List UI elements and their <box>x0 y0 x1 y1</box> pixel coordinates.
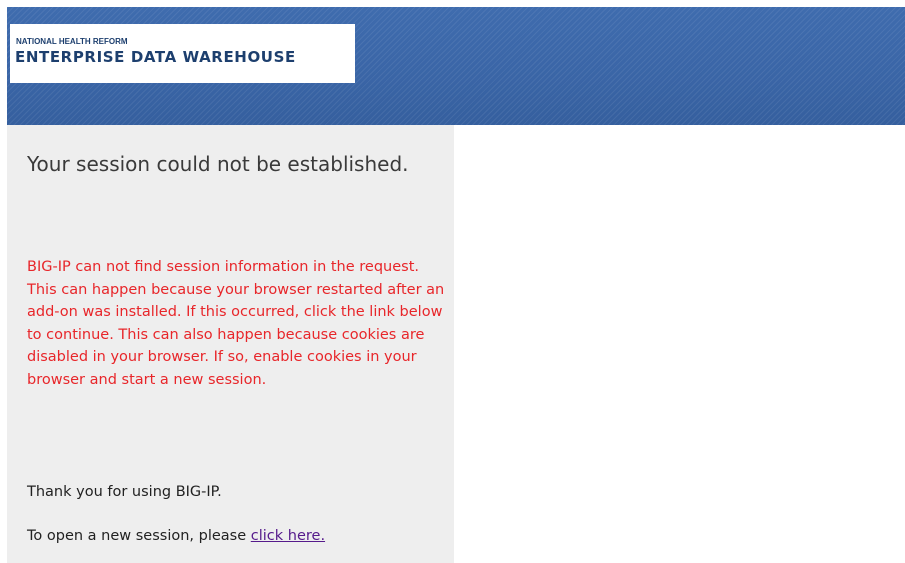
page-header: NATIONAL HEALTH REFORM ENTERPRISE DATA W… <box>7 7 905 125</box>
new-session-message: To open a new session, please click here… <box>27 525 325 547</box>
logo: NATIONAL HEALTH REFORM ENTERPRISE DATA W… <box>10 24 355 83</box>
page-title: Your session could not be established. <box>27 152 409 176</box>
new-session-link[interactable]: click here. <box>251 528 325 544</box>
thanks-message: Thank you for using BIG-IP. <box>27 484 222 500</box>
error-message: BIG-IP can not find session information … <box>27 259 445 388</box>
logo-line1: NATIONAL HEALTH REFORM <box>16 37 128 46</box>
content-panel: Your session could not be established. B… <box>7 125 454 563</box>
logo-line2: ENTERPRISE DATA WAREHOUSE <box>15 48 296 66</box>
new-session-prefix: To open a new session, please <box>27 528 251 544</box>
